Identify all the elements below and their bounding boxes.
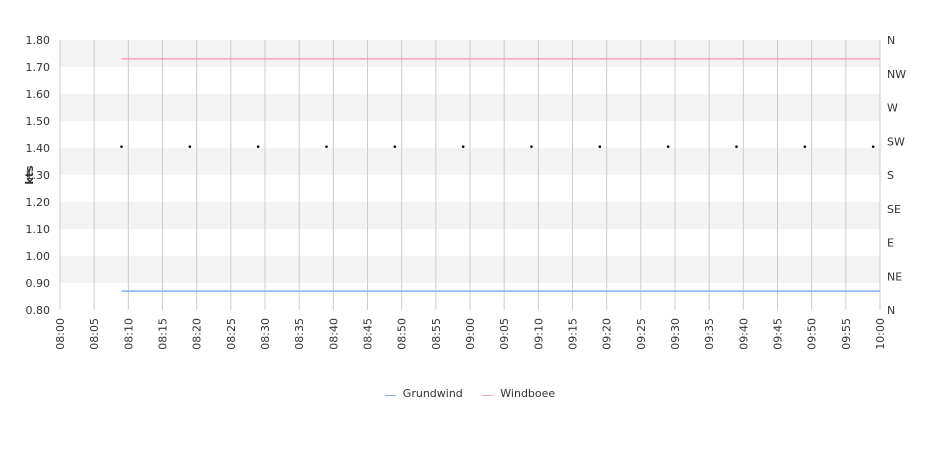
x-tick-label: 08:05 bbox=[88, 318, 101, 350]
legend-label-grundwind: Grundwind bbox=[402, 387, 463, 400]
x-tick-label: 09:05 bbox=[498, 318, 511, 350]
y-axis-title: kts bbox=[23, 165, 36, 185]
direction-point bbox=[188, 145, 192, 148]
direction-point bbox=[393, 145, 397, 148]
direction-tick-label: W bbox=[887, 102, 898, 115]
direction-point bbox=[803, 145, 807, 148]
y-tick-label: 1.10 bbox=[26, 223, 51, 236]
y-tick-label: 1.60 bbox=[26, 88, 51, 101]
chart-legend: Grundwind Windboee bbox=[0, 384, 940, 400]
x-tick-label: 09:00 bbox=[464, 318, 477, 350]
direction-tick-label: N bbox=[887, 34, 895, 47]
x-tick-label: 09:40 bbox=[737, 318, 750, 350]
direction-point bbox=[256, 145, 260, 148]
y-tick-label: 1.40 bbox=[26, 142, 51, 155]
y-tick-label: 1.80 bbox=[26, 34, 51, 47]
x-tick-label: 08:25 bbox=[225, 318, 238, 350]
direction-tick-label: E bbox=[887, 237, 894, 250]
y-tick-label: 1.20 bbox=[26, 196, 51, 209]
direction-point bbox=[598, 145, 602, 148]
legend-label-windboee: Windboee bbox=[500, 387, 556, 400]
legend-swatch-windboee bbox=[482, 395, 494, 396]
direction-point bbox=[666, 145, 670, 148]
y-tick-label: 0.80 bbox=[26, 304, 51, 317]
direction-point bbox=[461, 145, 465, 148]
x-tick-label: 09:20 bbox=[601, 318, 614, 350]
x-tick-label: 08:55 bbox=[430, 318, 443, 350]
x-tick-label: 09:50 bbox=[806, 318, 819, 350]
direction-tick-label: SW bbox=[887, 135, 905, 148]
direction-tick-label: SE bbox=[887, 203, 901, 216]
direction-point bbox=[120, 145, 123, 148]
y-tick-label: 1.00 bbox=[26, 250, 51, 263]
legend-item-windboee[interactable]: Windboee bbox=[482, 387, 555, 400]
x-tick-label: 08:35 bbox=[293, 318, 306, 350]
direction-tick-label: N bbox=[887, 304, 895, 317]
direction-tick-label: S bbox=[887, 169, 894, 182]
x-tick-label: 08:40 bbox=[327, 318, 340, 350]
x-tick-label: 09:35 bbox=[703, 318, 716, 350]
x-tick-label: 08:00 bbox=[54, 318, 67, 350]
wind-chart: 1.801.701.601.501.401.301.201.101.000.90… bbox=[23, 34, 906, 350]
legend-item-grundwind[interactable]: Grundwind bbox=[384, 387, 463, 400]
x-tick-label: 08:10 bbox=[122, 318, 135, 350]
y-tick-label: 1.70 bbox=[26, 61, 51, 74]
x-tick-label: 08:15 bbox=[157, 318, 170, 350]
direction-point bbox=[325, 145, 328, 148]
x-tick-label: 08:20 bbox=[191, 318, 204, 350]
x-tick-label: 08:45 bbox=[362, 318, 375, 350]
legend-swatch-grundwind bbox=[384, 395, 396, 396]
direction-point bbox=[871, 145, 875, 148]
x-tick-label: 09:45 bbox=[772, 318, 785, 350]
x-tick-label: 09:55 bbox=[840, 318, 853, 350]
x-tick-label: 09:25 bbox=[635, 318, 648, 350]
x-tick-label: 09:10 bbox=[532, 318, 545, 350]
y-tick-label: 1.50 bbox=[26, 115, 51, 128]
x-tick-label: 08:30 bbox=[259, 318, 272, 350]
direction-tick-label: NW bbox=[887, 68, 906, 81]
direction-point bbox=[530, 145, 533, 148]
direction-point bbox=[735, 145, 738, 148]
x-tick-label: 09:30 bbox=[669, 318, 682, 350]
x-tick-label: 10:00 bbox=[874, 318, 887, 350]
x-tick-label: 09:15 bbox=[567, 318, 580, 350]
x-tick-label: 08:50 bbox=[396, 318, 409, 350]
y-tick-label: 0.90 bbox=[26, 277, 51, 290]
direction-tick-label: NE bbox=[887, 270, 902, 283]
